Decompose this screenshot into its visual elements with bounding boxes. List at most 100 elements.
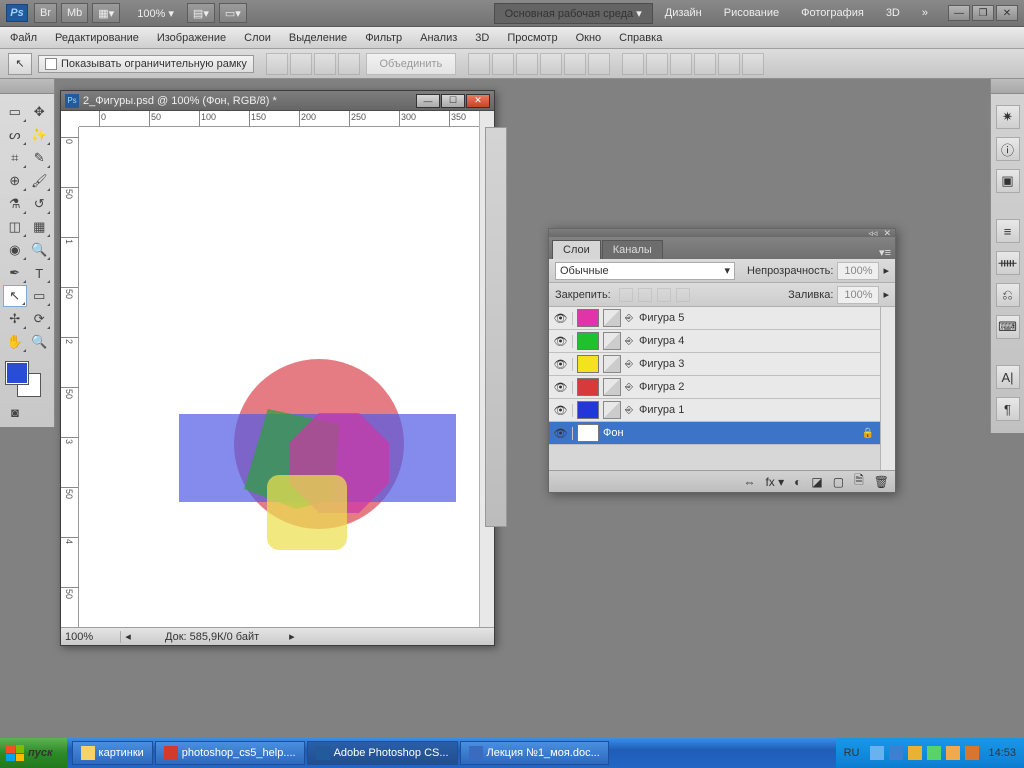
workspace-tab-3d[interactable]: 3D [876,4,910,22]
hand-tool-icon[interactable]: ✋ [3,331,27,353]
new-group-icon[interactable]: ▢ [833,475,844,489]
gradient-tool-icon[interactable]: ▦ [28,216,52,238]
layer-name[interactable]: Фигура 4 [639,335,684,347]
workspace-tab-essentials[interactable]: Основная рабочая среда ▾ [494,3,653,24]
doc-maximize-button[interactable]: ☐ [441,94,465,108]
vector-mask-thumbnail[interactable] [603,332,621,350]
navigator-panel-icon[interactable]: ✷ [996,105,1020,129]
pathfinder-exclude-icon[interactable] [338,53,360,75]
layer-row[interactable]: 👁⎆Фигура 5 [549,307,880,330]
pathfinder-unite-icon[interactable] [266,53,288,75]
lasso-tool-icon[interactable]: ᔕ [3,124,27,146]
layer-thumbnail[interactable] [577,332,599,350]
visibility-toggle-icon[interactable]: 👁 [549,312,573,325]
zoom-level-select[interactable]: 100% ▾ [132,3,179,23]
color-panel-icon[interactable]: ▣ [996,169,1020,193]
healing-tool-icon[interactable]: ⊕ [3,170,27,192]
combine-button[interactable]: Объединить [366,53,456,75]
swatches-panel-icon[interactable]: ᚔ [996,251,1020,275]
tab-channels[interactable]: Каналы [602,240,663,259]
tab-layers[interactable]: Слои [552,240,601,259]
app-restore-button[interactable]: ❐ [972,5,994,21]
tray-icon[interactable] [946,746,960,760]
info-panel-icon[interactable]: ⓘ [996,137,1020,161]
tray-icon[interactable] [908,746,922,760]
path-select-tool-icon[interactable]: ↖ [3,285,27,307]
screen-mode-icon[interactable]: ▤▾ [187,3,215,23]
3d-camera-tool-icon[interactable]: ⟳ [28,308,52,330]
taskbar-task[interactable]: photoshop_cs5_help.... [155,741,305,765]
vector-mask-thumbnail[interactable] [603,309,621,327]
layer-fx-icon[interactable]: fx ▾ [765,475,784,489]
document-canvas[interactable] [79,127,479,627]
workspace-tab-design[interactable]: Дизайн [655,4,712,22]
vector-mask-thumbnail[interactable] [603,401,621,419]
menu-edit[interactable]: Редактирование [55,32,139,44]
panel-close-icon[interactable]: ✕ [883,228,891,239]
app-minimize-button[interactable]: ― [948,5,970,21]
align-top-icon[interactable] [540,53,562,75]
tray-icon[interactable] [870,746,884,760]
workspace-overflow-icon[interactable]: » [912,4,938,22]
distribute-top-icon[interactable] [622,53,644,75]
paragraph-panel-icon[interactable]: ¶ [996,397,1020,421]
character-panel-icon[interactable]: A| [996,365,1020,389]
layer-thumbnail[interactable] [577,355,599,373]
status-zoom[interactable]: 100% [61,631,121,643]
type-tool-icon[interactable]: T [28,262,52,284]
visibility-toggle-icon[interactable]: 👁 [549,427,573,440]
menu-select[interactable]: Выделение [289,32,347,44]
tray-icon[interactable] [965,746,979,760]
layer-row[interactable]: 👁⎆Фигура 4 [549,330,880,353]
align-left-icon[interactable] [468,53,490,75]
doc-close-button[interactable]: ✕ [466,94,490,108]
pathfinder-intersect-icon[interactable] [314,53,336,75]
language-indicator[interactable]: RU [844,747,860,759]
marquee-tool-icon[interactable]: ▭ [3,101,27,123]
app-close-button[interactable]: ✕ [996,5,1018,21]
vector-mask-thumbnail[interactable] [603,355,621,373]
minibridge-launcher[interactable]: Mb [61,3,88,23]
layer-thumbnail[interactable] [577,378,599,396]
panel-menu-icon[interactable]: ▾≡ [879,246,891,259]
adjustment-layer-icon[interactable]: ◪ [811,475,822,489]
crop-tool-icon[interactable]: ⌗ [3,147,27,169]
add-mask-icon[interactable]: ◐ [794,475,801,489]
opacity-input[interactable]: 100% [837,262,879,280]
taskbar-task[interactable]: картинки [72,741,153,765]
layer-name[interactable]: Фон [603,427,624,439]
new-layer-icon[interactable]: 🗎 [854,471,864,492]
workspace-tab-photography[interactable]: Фотография [791,4,874,22]
pen-tool-icon[interactable]: ✒ [3,262,27,284]
align-bottom-icon[interactable] [588,53,610,75]
menu-layers[interactable]: Слои [244,32,271,44]
layer-row[interactable]: 👁⎆Фигура 3 [549,353,880,376]
distribute-right-icon[interactable] [742,53,764,75]
eyedropper-tool-icon[interactable]: ✎ [28,147,52,169]
history-brush-tool-icon[interactable]: ↺ [28,193,52,215]
menu-file[interactable]: Файл [10,32,37,44]
bridge-launcher[interactable]: Br [34,3,57,23]
extras-icon[interactable]: ▭▾ [219,3,247,23]
vertical-ruler[interactable]: 0501502503504505 [61,127,79,627]
doc-minimize-button[interactable]: ― [416,94,440,108]
layer-thumbnail[interactable] [577,309,599,327]
align-vcenter-icon[interactable] [564,53,586,75]
layer-row[interactable]: 👁⎆Фигура 1 [549,399,880,422]
rectangle-tool-icon[interactable]: ▭ [28,285,51,307]
distribute-left-icon[interactable] [694,53,716,75]
zoom-tool-icon[interactable]: 🔍 [28,331,52,353]
dodge-tool-icon[interactable]: 🔍 [28,239,52,261]
quick-mask-icon[interactable]: ◙ [3,401,27,423]
actions-panel-icon[interactable]: ⌨ [996,315,1020,339]
blend-mode-select[interactable]: Обычные▾ [555,262,735,280]
vector-mask-thumbnail[interactable] [603,378,621,396]
layer-row[interactable]: 👁⎆Фигура 2 [549,376,880,399]
eraser-tool-icon[interactable]: ◫ [3,216,27,238]
layer-thumbnail[interactable] [577,401,599,419]
distribute-vcenter-icon[interactable] [646,53,668,75]
menu-analysis[interactable]: Анализ [420,32,457,44]
magic-wand-tool-icon[interactable]: ✨ [28,124,52,146]
3d-tool-icon[interactable]: ✢ [3,308,27,330]
layer-thumbnail[interactable] [577,424,599,442]
